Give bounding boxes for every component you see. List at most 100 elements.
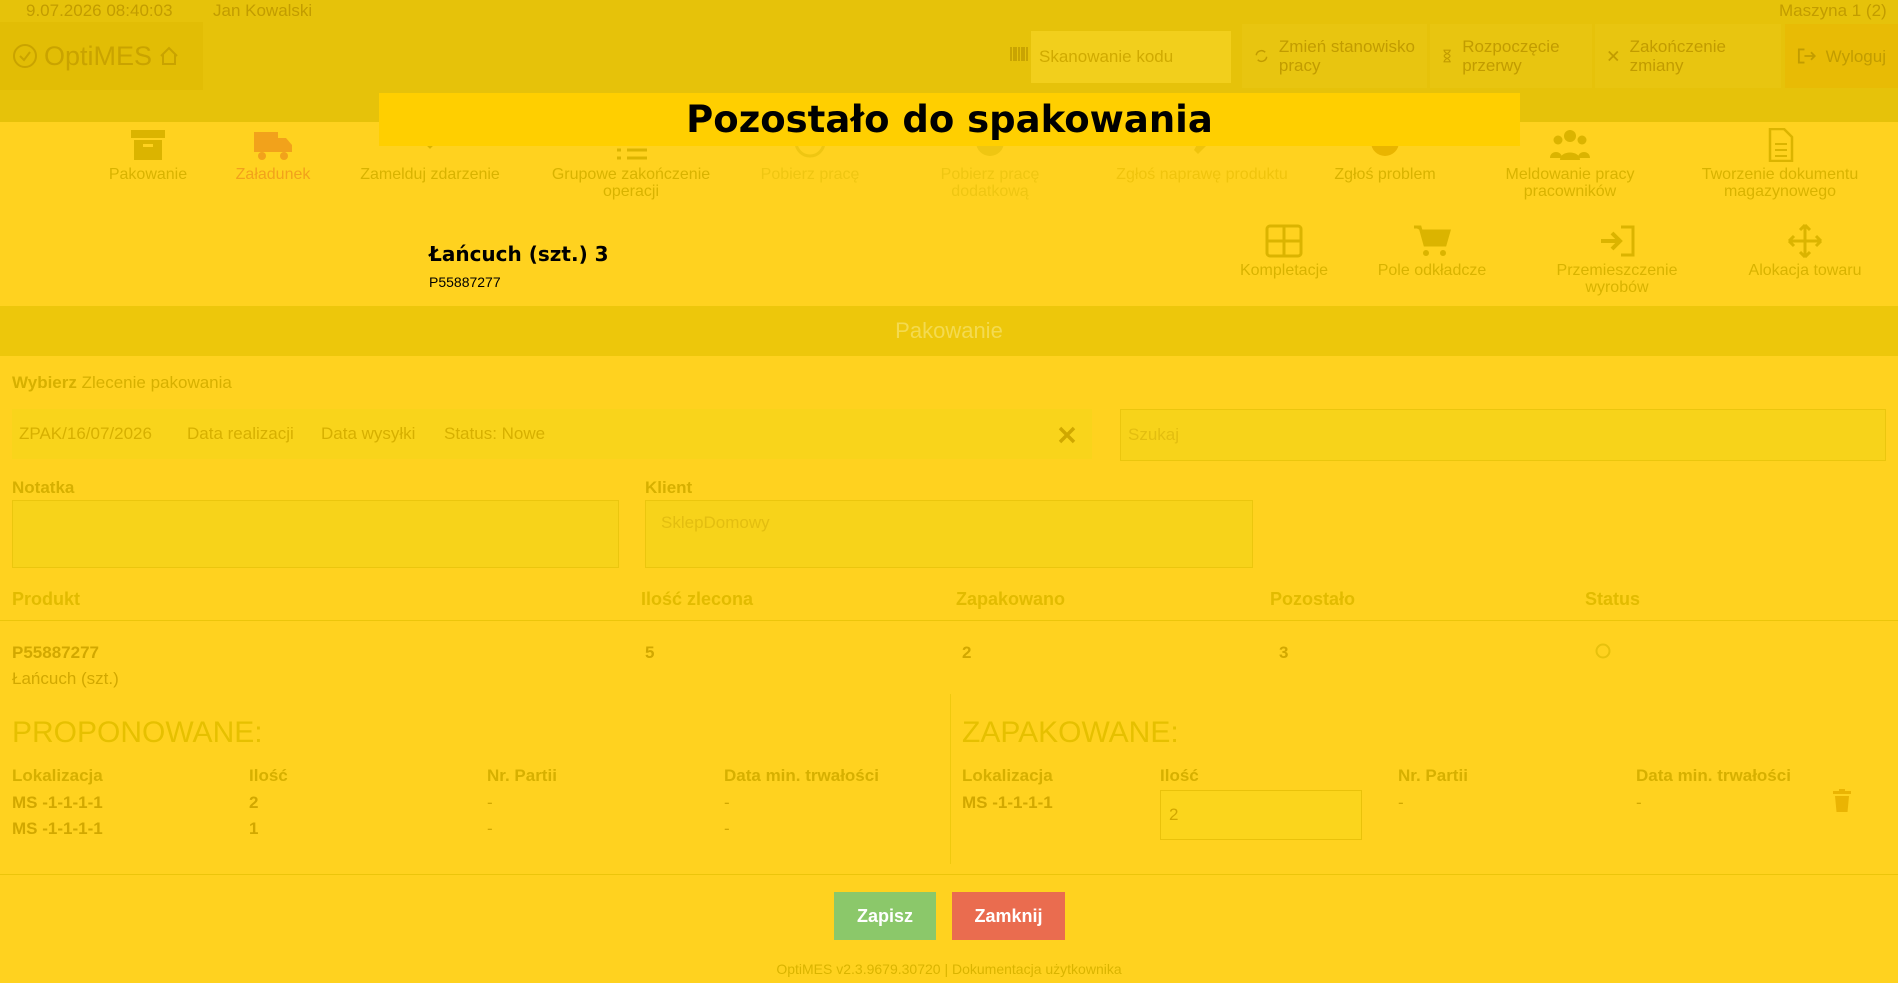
proposed-row[interactable]: MS -1-1-1-1 1 - - [12,819,952,841]
proposed-batch: - [487,793,493,812]
nav-label: Przemieszczenie wyrobów [1556,262,1678,296]
close-button[interactable]: Zamknij [952,892,1065,940]
move-icon [1787,224,1823,258]
document-icon [1768,128,1794,162]
order-shipping: Data wysyłki [321,424,416,443]
proposed-row[interactable]: MS -1-1-1-1 2 - - [12,793,952,815]
proposed-col-location: Lokalizacja [12,766,103,785]
nav-pole-odkladcze[interactable]: Pole odkładcze [1342,224,1522,279]
packed-col-batch: Nr. Partii [1398,766,1468,785]
choose-rest: Zlecenie pakowania [81,373,232,392]
brand-name: OptiMES [44,40,153,71]
status-line: 9.07.2026 08:40:03 Jan Kowalski Maszyna … [0,0,1898,22]
section-title: Pakowanie [0,306,1898,356]
proposed-col-batch: Nr. Partii [487,766,557,785]
packed-location: MS -1-1-1-1 [962,793,1053,812]
nav-label: Pakowanie [108,166,188,183]
start-break-button[interactable]: Rozpoczęcie przerwy [1430,24,1592,88]
order-status: Status: Nowe [444,424,546,443]
brand[interactable]: OptiMES [0,22,203,90]
end-shift-button[interactable]: Zakończenie zmiany [1595,24,1781,88]
logo-icon [13,44,37,68]
refresh-icon [1255,49,1268,63]
order-realization: Data realizacji [187,424,294,443]
logout-button[interactable]: Wyloguj [1785,24,1898,88]
packed-title: ZAPAKOWANE: [962,716,1179,749]
footer-divider [0,874,1898,875]
packed-col-qty: Ilość [1160,766,1199,785]
note-field[interactable] [12,500,619,568]
product-name: Łańcuch (szt.) [12,669,119,688]
packed-batch: - [1398,793,1404,812]
scan-input[interactable]: Skanowanie kodu [1031,31,1231,83]
nav-dokument[interactable]: Tworzenie dokumentu magazynowego [1690,128,1870,200]
logout-icon [1797,48,1816,64]
order-select[interactable]: ZPAK/16/07/2026 Data realizacji Data wys… [12,409,1092,459]
proposed-qty: 2 [249,793,259,812]
nav-label: Meldowanie pracy pracowników [1505,166,1635,200]
docs-link[interactable]: Dokumentacja użytkownika [952,961,1122,977]
user-name: Jan Kowalski [213,1,313,20]
change-station-label: Zmień stanowisko pracy [1278,37,1415,75]
col-ilosc-zlecona: Ilość zlecona [641,589,754,609]
sign-in-icon [1601,225,1635,257]
order-number: ZPAK/16/07/2026 [19,424,152,443]
save-button[interactable]: Zapisz [834,892,936,940]
machine-name: Maszyna 1 (2) [1779,1,1887,20]
product-packed: 2 [962,643,972,662]
nav-label: Pobierz pracę dodatkową [940,166,1040,200]
logout-label: Wyloguj [1825,46,1886,66]
start-break-label: Rozpoczęcie przerwy [1462,37,1560,75]
cart-icon [1414,225,1451,256]
barcode-icon [1010,46,1028,67]
table-row[interactable]: P55887277 Łańcuch (szt.) 5 2 3 [0,638,1898,694]
col-pozostalo: Pozostało [1270,589,1356,609]
proposed-location: MS -1-1-1-1 [12,819,103,838]
grid-icon [1265,224,1303,258]
nav-label: Pole odkładcze [1377,262,1487,279]
packed-col-date: Data min. trwałości [1636,766,1791,785]
packed-qty-input[interactable]: 2 [1160,790,1362,840]
summary-title: Łańcuch (szt.) 3 [429,242,609,266]
close-icon [1608,50,1619,62]
summary-code: P55887277 [429,274,501,290]
proposed-title: PROPONOWANE: [12,716,263,749]
truck-icon [254,132,292,160]
proposed-batch: - [487,819,493,838]
nav-alokacja[interactable]: Alokacja towaru [1715,224,1895,279]
product-code: P55887277 [12,643,99,662]
table-divider [0,620,1898,621]
note-label: Notatka [12,478,75,497]
proposed-date: - [724,819,730,838]
product-remaining: 3 [1279,643,1289,662]
home-icon[interactable] [158,45,180,67]
status-circle-icon [1595,643,1611,659]
proposed-qty: 1 [249,819,259,838]
col-status: Status [1585,589,1641,609]
proposed-col-date: Data min. trwałości [724,766,879,785]
nav-label: Grupowe zakończenie operacji [551,166,711,200]
clear-icon[interactable] [1058,426,1076,444]
column-divider [950,694,951,864]
order-select-label: Wybierz Zlecenie pakowania [12,373,232,393]
nav-label: Załadunek [235,166,311,183]
hourglass-icon [1443,49,1451,63]
proposed-col-qty: Ilość [249,766,288,785]
nav-przemieszczenie[interactable]: Przemieszczenie wyrobów [1527,224,1707,296]
nav-label: Kompletacje [1239,262,1329,279]
packed-col-location: Lokalizacja [962,766,1053,785]
col-produkt: Produkt [12,589,81,609]
client-label: Klient [645,478,693,497]
client-field[interactable]: SklepDomowy [645,500,1253,568]
choose-bold: Wybierz [12,373,77,392]
nav-label: Zamelduj zdarzenie [360,166,500,183]
nav-zaladunek[interactable]: Załadunek [183,128,363,183]
nav-label: Zgłoś problem [1334,166,1436,183]
trash-icon[interactable] [1832,789,1852,813]
end-shift-label: Zakończenie zmiany [1629,37,1726,75]
nav-label: Zgłoś naprawę produktu [1116,166,1288,183]
nav-label: Tworzenie dokumentu magazynowego [1701,166,1859,200]
product-ordered: 5 [645,643,655,662]
search-input[interactable]: Szukaj [1120,409,1886,461]
change-station-button[interactable]: Zmień stanowisko pracy [1242,24,1427,88]
